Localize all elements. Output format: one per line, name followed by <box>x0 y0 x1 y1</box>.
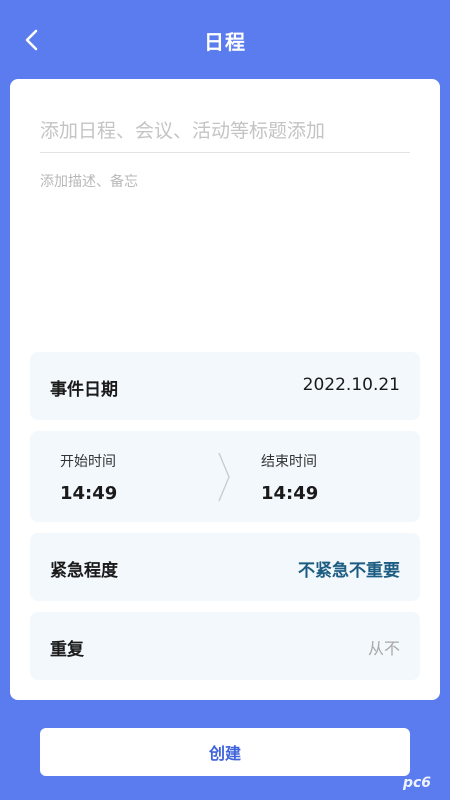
repeat-value: 从不 <box>367 639 400 658</box>
event-date-value: 2022.10.21 <box>302 375 400 395</box>
repeat-label: 重复 <box>50 640 84 660</box>
start-time-label: 开始时间 <box>60 454 116 470</box>
repeat-row[interactable]: 重复 从不 <box>30 612 420 680</box>
watermark-logo: pc6 <box>402 775 432 791</box>
end-time-value: 14:49 <box>261 483 319 504</box>
time-range-row: 开始时间 14:49 结束时间 14:49 <box>30 431 420 522</box>
header: 日程 <box>0 0 450 80</box>
end-time-block[interactable]: 结束时间 14:49 <box>261 451 318 504</box>
start-time-value: 14:49 <box>60 483 118 504</box>
schedule-form-card: 事件日期 2022.10.21 开始时间 14:49 结束时间 14:49 紧急… <box>10 79 440 700</box>
divider <box>40 152 410 153</box>
urgency-label: 紧急程度 <box>50 561 118 581</box>
event-date-row[interactable]: 事件日期 2022.10.21 <box>30 352 420 420</box>
description-input[interactable] <box>40 171 410 321</box>
start-time-block[interactable]: 开始时间 14:49 <box>60 451 117 504</box>
chevron-right-icon <box>218 452 230 502</box>
urgency-value: 不紧急不重要 <box>298 561 400 581</box>
urgency-row[interactable]: 紧急程度 不紧急不重要 <box>30 533 420 601</box>
create-button[interactable]: 创建 <box>40 728 410 776</box>
page-title: 日程 <box>204 30 246 54</box>
end-time-label: 结束时间 <box>261 454 317 470</box>
title-input[interactable] <box>40 109 410 153</box>
event-date-label: 事件日期 <box>50 380 118 400</box>
